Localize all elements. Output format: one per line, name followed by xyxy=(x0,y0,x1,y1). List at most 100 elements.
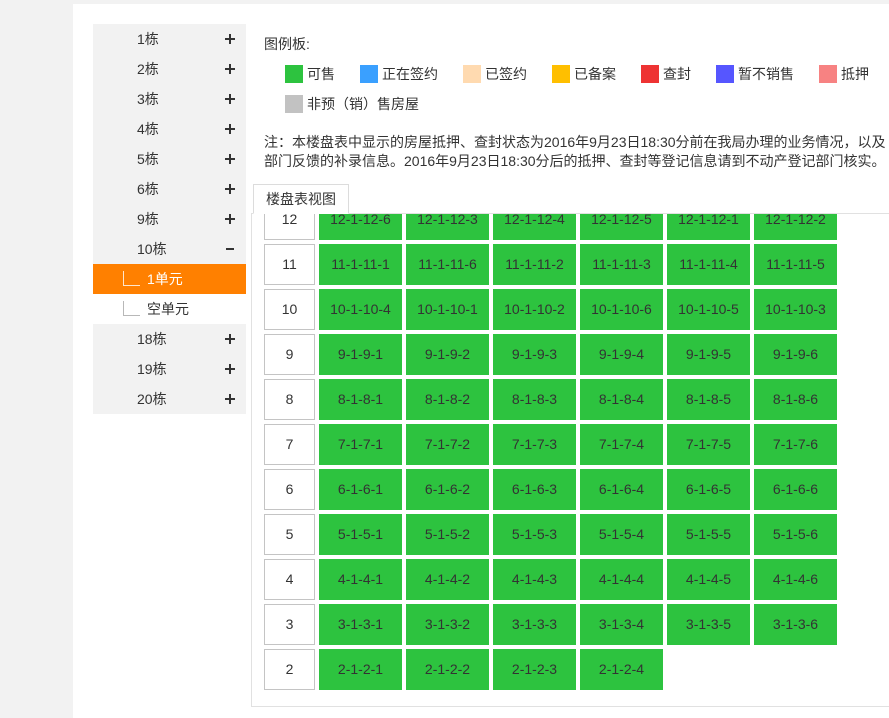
unit-cell[interactable]: 6-1-6-6 xyxy=(754,469,837,510)
unit-cell[interactable]: 7-1-7-2 xyxy=(406,424,489,465)
unit-cell[interactable]: 8-1-8-5 xyxy=(667,379,750,420)
tree-item-building-4[interactable]: 4栋 xyxy=(93,114,246,144)
tree-item-unit-empty[interactable]: 空单元 xyxy=(93,294,246,324)
unit-cell[interactable]: 9-1-9-5 xyxy=(667,334,750,375)
unit-cell[interactable]: 10-1-10-6 xyxy=(580,289,663,330)
unit-cell[interactable]: 12-1-12-2 xyxy=(754,214,837,240)
plus-icon[interactable] xyxy=(225,394,235,404)
tree-item-building-18[interactable]: 18栋 xyxy=(93,324,246,354)
tab-building-table-view[interactable]: 楼盘表视图 xyxy=(253,184,349,214)
unit-cell[interactable]: 3-1-3-4 xyxy=(580,604,663,645)
building-table[interactable]: 12 12-1-12-6 12-1-12-3 12-1-12-4 12-1-12-5 12… xyxy=(251,213,889,707)
legend-label: 非预（销）售房屋 xyxy=(307,96,419,112)
unit-cell[interactable]: 6-1-6-2 xyxy=(406,469,489,510)
unit-cell[interactable]: 2-1-2-2 xyxy=(406,649,489,690)
unit-cell[interactable]: 3-1-3-1 xyxy=(319,604,402,645)
unit-cell[interactable]: 6-1-6-3 xyxy=(493,469,576,510)
unit-cell[interactable]: 4-1-4-6 xyxy=(754,559,837,600)
unit-cell[interactable]: 11-1-11-6 xyxy=(406,244,489,285)
unit-cell[interactable]: 10-1-10-3 xyxy=(754,289,837,330)
plus-icon[interactable] xyxy=(225,124,235,134)
unit-cell[interactable]: 7-1-7-1 xyxy=(319,424,402,465)
unit-cell[interactable]: 6-1-6-1 xyxy=(319,469,402,510)
unit-cell[interactable]: 9-1-9-2 xyxy=(406,334,489,375)
tree-item-building-10[interactable]: 10栋 xyxy=(93,234,246,264)
unit-cell[interactable]: 7-1-7-5 xyxy=(667,424,750,465)
floor-label: 12 xyxy=(264,214,315,240)
plus-icon[interactable] xyxy=(225,64,235,74)
unit-cell[interactable]: 12-1-12-6 xyxy=(319,214,402,240)
unit-cell[interactable]: 4-1-4-5 xyxy=(667,559,750,600)
unit-cell[interactable]: 11-1-11-5 xyxy=(754,244,837,285)
plus-icon[interactable] xyxy=(225,154,235,164)
unit-cell[interactable]: 11-1-11-4 xyxy=(667,244,750,285)
unit-cell[interactable]: 3-1-3-6 xyxy=(754,604,837,645)
unit-cell[interactable]: 10-1-10-2 xyxy=(493,289,576,330)
unit-cell[interactable]: 5-1-5-5 xyxy=(667,514,750,555)
unit-cell[interactable]: 8-1-8-1 xyxy=(319,379,402,420)
unit-cell[interactable]: 4-1-4-1 xyxy=(319,559,402,600)
unit-cell[interactable]: 4-1-4-3 xyxy=(493,559,576,600)
unit-cell[interactable]: 4-1-4-4 xyxy=(580,559,663,600)
unit-cell[interactable]: 6-1-6-5 xyxy=(667,469,750,510)
tree-item-building-2[interactable]: 2栋 xyxy=(93,54,246,84)
legend-item-filed: 已备案 xyxy=(552,65,616,83)
legend-swatch xyxy=(641,65,659,83)
plus-icon[interactable] xyxy=(225,364,235,374)
tree-item-building-20[interactable]: 20栋 xyxy=(93,384,246,414)
unit-cell[interactable]: 2-1-2-4 xyxy=(580,649,663,690)
unit-cell[interactable]: 8-1-8-4 xyxy=(580,379,663,420)
unit-cell[interactable]: 5-1-5-1 xyxy=(319,514,402,555)
unit-cell[interactable]: 12-1-12-5 xyxy=(580,214,663,240)
unit-cell[interactable]: 9-1-9-6 xyxy=(754,334,837,375)
unit-cell[interactable]: 11-1-11-3 xyxy=(580,244,663,285)
floor-label: 9 xyxy=(264,334,315,375)
plus-icon[interactable] xyxy=(225,214,235,224)
unit-cell[interactable]: 5-1-5-4 xyxy=(580,514,663,555)
unit-cell[interactable]: 5-1-5-2 xyxy=(406,514,489,555)
unit-cell[interactable]: 11-1-11-1 xyxy=(319,244,402,285)
unit-cell[interactable]: 12-1-12-3 xyxy=(406,214,489,240)
tree-item-building-5[interactable]: 5栋 xyxy=(93,144,246,174)
unit-cell[interactable]: 7-1-7-3 xyxy=(493,424,576,465)
legend-item-seized: 查封 xyxy=(641,65,691,83)
tree-item-building-6[interactable]: 6栋 xyxy=(93,174,246,204)
unit-cell[interactable]: 7-1-7-4 xyxy=(580,424,663,465)
tree-item-unit-1[interactable]: 1单元 xyxy=(93,264,246,294)
plus-icon[interactable] xyxy=(225,34,235,44)
unit-cell[interactable]: 3-1-3-5 xyxy=(667,604,750,645)
unit-cell[interactable]: 2-1-2-3 xyxy=(493,649,576,690)
unit-cell[interactable]: 8-1-8-6 xyxy=(754,379,837,420)
tree-item-building-1[interactable]: 1栋 xyxy=(93,24,246,54)
unit-cell[interactable]: 5-1-5-3 xyxy=(493,514,576,555)
unit-cell[interactable]: 8-1-8-3 xyxy=(493,379,576,420)
floor-row: 9 9-1-9-1 9-1-9-2 9-1-9-3 9-1-9-4 9-1-9-5 9-1-… xyxy=(264,334,841,375)
unit-cell[interactable]: 10-1-10-4 xyxy=(319,289,402,330)
unit-cell[interactable]: 5-1-5-6 xyxy=(754,514,837,555)
legend-title: 图例板: xyxy=(264,36,310,52)
unit-cell[interactable]: 9-1-9-3 xyxy=(493,334,576,375)
legend-swatch xyxy=(552,65,570,83)
unit-cell[interactable]: 9-1-9-4 xyxy=(580,334,663,375)
legend-item-non-presale: 非预（销）售房屋 xyxy=(285,95,419,113)
unit-cell[interactable]: 2-1-2-1 xyxy=(319,649,402,690)
plus-icon[interactable] xyxy=(225,184,235,194)
unit-cell[interactable]: 3-1-3-2 xyxy=(406,604,489,645)
unit-cell[interactable]: 4-1-4-2 xyxy=(406,559,489,600)
unit-cell[interactable]: 12-1-12-1 xyxy=(667,214,750,240)
unit-cell[interactable]: 3-1-3-3 xyxy=(493,604,576,645)
plus-icon[interactable] xyxy=(225,94,235,104)
minus-icon[interactable] xyxy=(225,244,235,254)
plus-icon[interactable] xyxy=(225,334,235,344)
tree-item-building-3[interactable]: 3栋 xyxy=(93,84,246,114)
unit-cell[interactable]: 12-1-12-4 xyxy=(493,214,576,240)
tree-item-building-19[interactable]: 19栋 xyxy=(93,354,246,384)
unit-cell[interactable]: 8-1-8-2 xyxy=(406,379,489,420)
unit-cell[interactable]: 10-1-10-1 xyxy=(406,289,489,330)
unit-cell[interactable]: 11-1-11-2 xyxy=(493,244,576,285)
tree-item-building-9[interactable]: 9栋 xyxy=(93,204,246,234)
unit-cell[interactable]: 7-1-7-6 xyxy=(754,424,837,465)
unit-cell[interactable]: 9-1-9-1 xyxy=(319,334,402,375)
unit-cell[interactable]: 6-1-6-4 xyxy=(580,469,663,510)
unit-cell[interactable]: 10-1-10-5 xyxy=(667,289,750,330)
